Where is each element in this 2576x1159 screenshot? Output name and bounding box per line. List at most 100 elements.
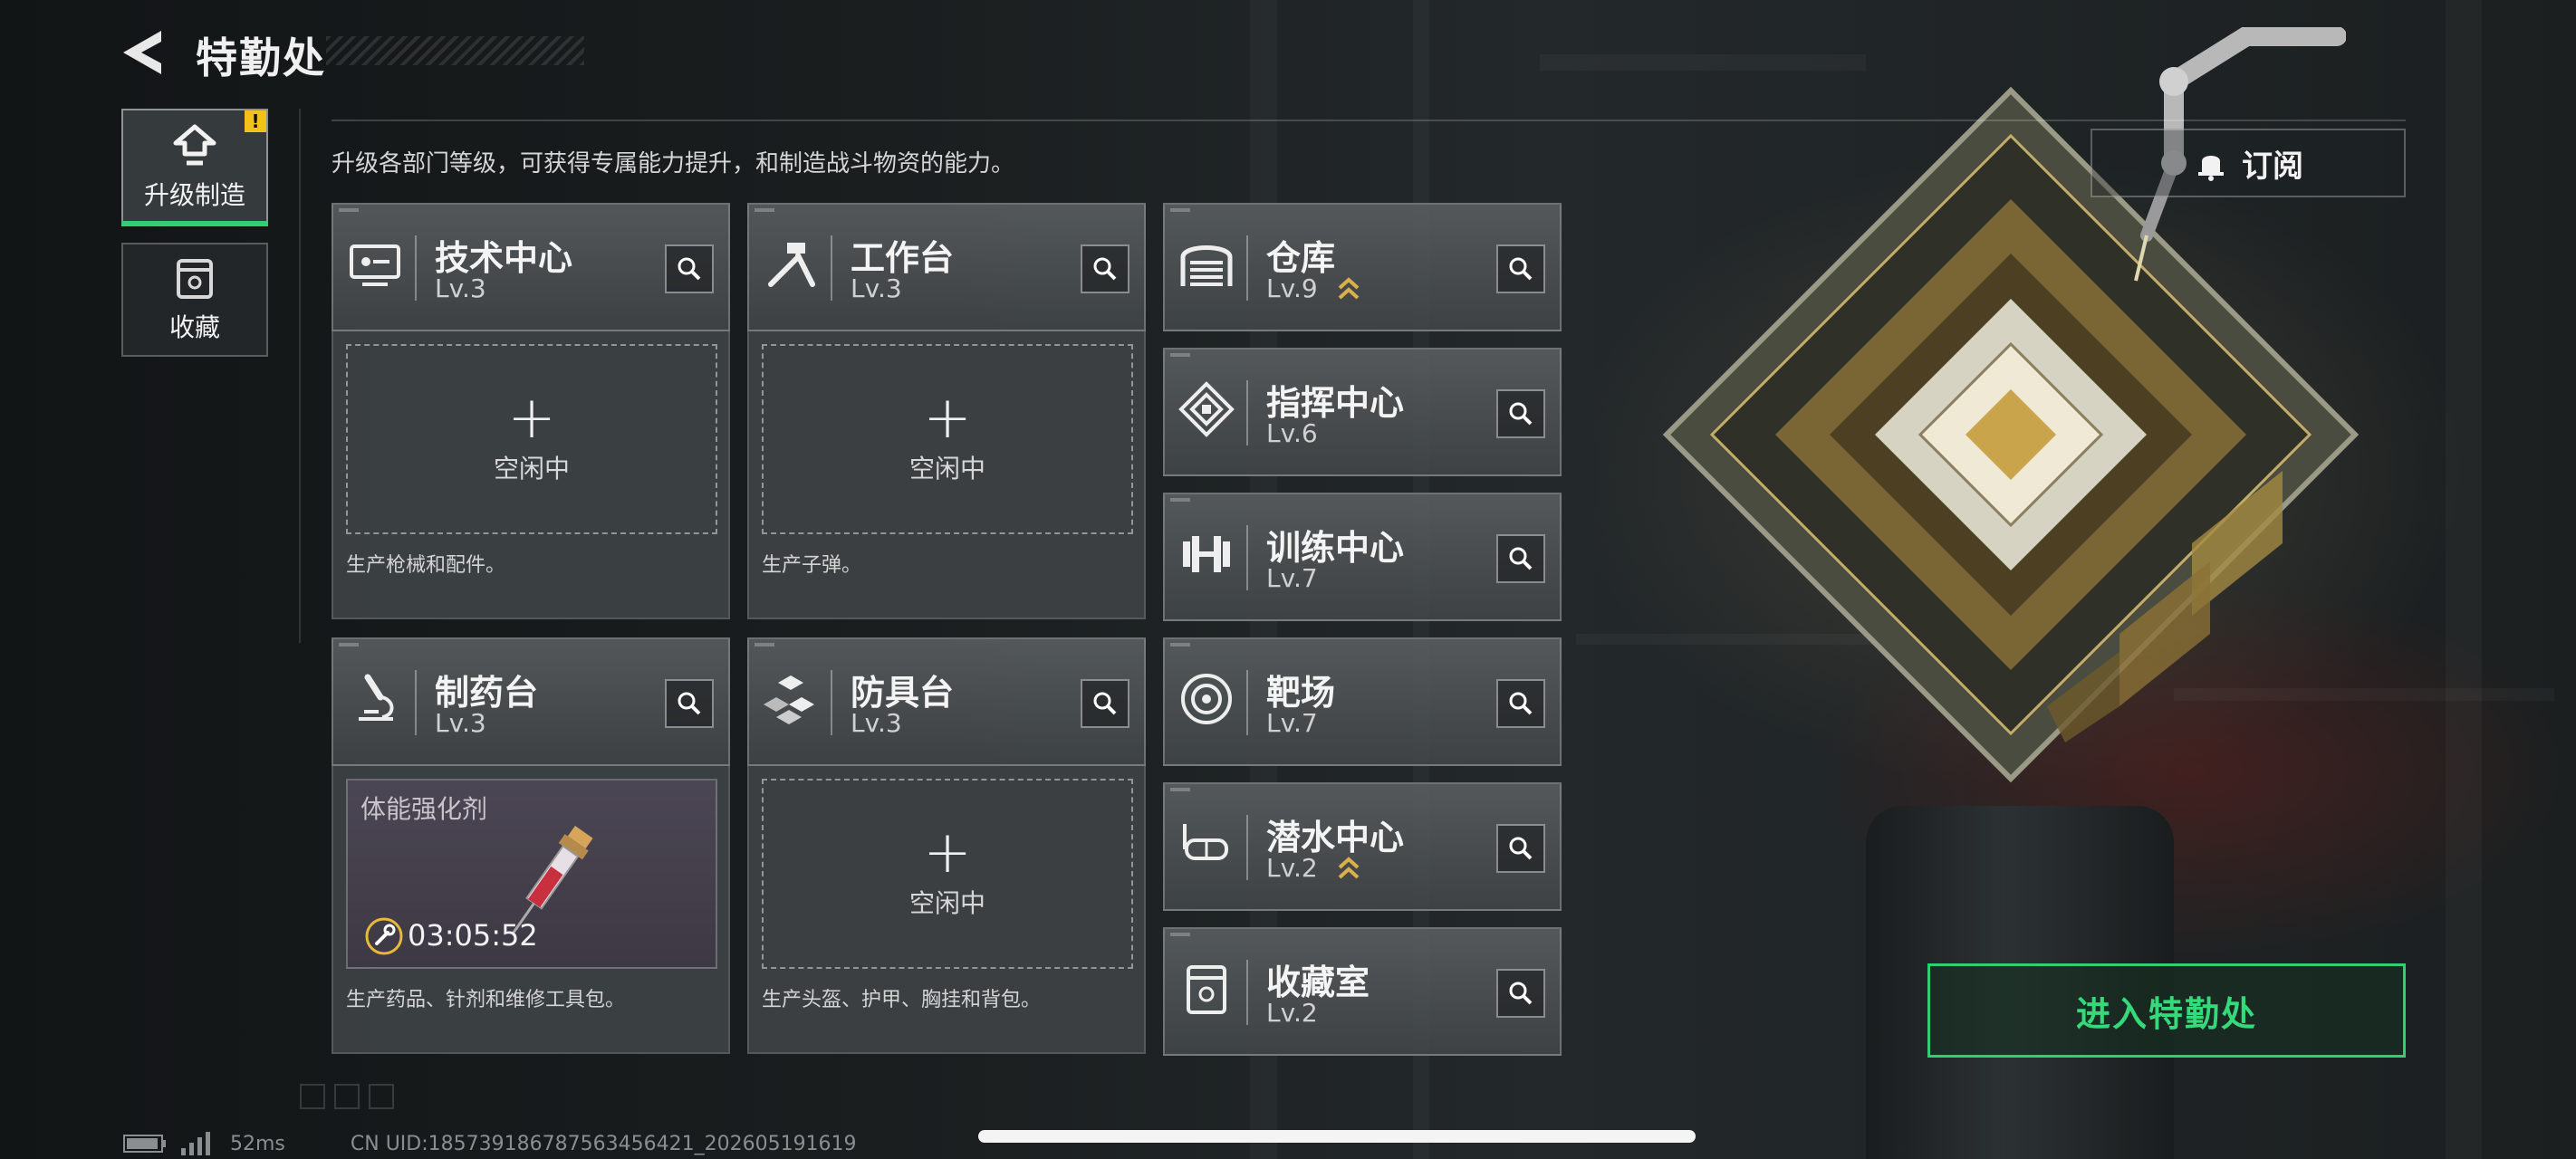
tab-label: 收藏 <box>168 312 220 342</box>
facility-name: 指挥中心 <box>1266 383 1405 423</box>
side-divider <box>299 109 301 643</box>
facility-level: Lv.2 <box>1266 853 1318 883</box>
page-title: 特勤处 <box>196 34 326 82</box>
work-slot-armor-bench: + 空闲中 生产头盔、护甲、胸挂和背包。 <box>747 766 1146 1054</box>
search-icon <box>678 257 701 281</box>
upgrade-arrow-icon <box>173 124 216 166</box>
command-chip-icon <box>1178 381 1235 437</box>
search-button[interactable] <box>1081 679 1129 728</box>
search-icon <box>1509 257 1533 281</box>
facility-name: 收藏室 <box>1266 963 1370 1002</box>
facility-level: Lv.7 <box>1266 563 1318 593</box>
facility-name: 技术中心 <box>435 238 573 278</box>
tab-upgrade-craft[interactable]: ! 升级制造 <box>121 109 268 226</box>
facility-level: Lv.9 <box>1266 273 1318 303</box>
search-button[interactable] <box>665 679 714 728</box>
warehouse-icon <box>1180 245 1233 286</box>
facility-card-warehouse[interactable]: 仓库 Lv.9 <box>1163 203 1562 331</box>
computer-icon <box>350 244 400 286</box>
facility-card-training-center[interactable]: 训练中心 Lv.7 <box>1163 493 1562 621</box>
collection-box-icon <box>177 259 213 299</box>
search-icon <box>1509 692 1533 715</box>
user-uid: CN UID:18573918678756345642​1_2026051916… <box>350 1132 857 1155</box>
upgrade-available-icon <box>1338 277 1360 300</box>
idle-slot[interactable]: + 空闲中 <box>346 344 717 534</box>
add-icon: + <box>923 385 972 452</box>
produce-description: 生产头盔、护甲、胸挂和背包。 <box>762 989 1042 1011</box>
search-icon <box>1509 402 1533 426</box>
facility-level: Lv.3 <box>851 273 902 303</box>
upgrade-available-icon <box>1338 857 1360 879</box>
produce-description: 生产药品、针剂和维修工具包。 <box>346 989 626 1011</box>
subscribe-label: 订阅 <box>2242 148 2303 185</box>
produce-description: 生产枪械和配件。 <box>346 554 506 577</box>
facility-level: Lv.7 <box>1266 708 1318 738</box>
home-indicator[interactable] <box>978 1130 1696 1143</box>
signal-icon <box>181 1132 210 1155</box>
search-button[interactable] <box>1496 389 1545 438</box>
crafting-item-name: 体能强化剂 <box>360 794 488 824</box>
alert-badge: ! <box>245 110 266 132</box>
idle-slot[interactable]: + 空闲中 <box>762 779 1133 969</box>
crafting-slot[interactable]: 体能强化剂 03:05:52 <box>346 779 717 969</box>
facility-name: 工作台 <box>851 238 955 278</box>
battery-icon <box>123 1135 166 1153</box>
work-slot-tech-center: + 空闲中 生产枪械和配件。 <box>332 331 730 619</box>
facility-card-command-center[interactable]: 指挥中心 Lv.6 <box>1163 348 1562 476</box>
facility-name: 潜水中心 <box>1266 818 1405 857</box>
facility-level: Lv.3 <box>435 708 486 738</box>
facility-level: Lv.3 <box>435 273 486 303</box>
work-slot-pharmacy: 体能强化剂 03:05:52 生产药品、针剂和维修工具包。 <box>332 766 730 1054</box>
search-icon <box>1509 837 1533 860</box>
produce-description: 生产子弹。 <box>762 554 862 577</box>
search-button[interactable] <box>665 244 714 293</box>
dumbbell-icon <box>1183 536 1230 572</box>
search-button[interactable] <box>1496 824 1545 873</box>
facility-name: 训练中心 <box>1266 528 1405 568</box>
add-icon: + <box>923 819 972 886</box>
search-button[interactable] <box>1496 969 1545 1018</box>
search-icon <box>1093 692 1117 715</box>
microscope-icon <box>359 674 394 721</box>
idle-slot[interactable]: + 空闲中 <box>762 344 1133 534</box>
facility-card-collection-room[interactable]: 收藏室 Lv.2 <box>1163 927 1562 1056</box>
tab-collection[interactable]: 收藏 <box>121 243 268 357</box>
facility-level: Lv.3 <box>851 708 902 738</box>
idle-status: 空闲中 <box>908 888 985 918</box>
search-icon <box>1509 982 1533 1005</box>
ping-readout: 52ms <box>230 1132 285 1155</box>
facility-card-tech-center[interactable]: 技术中心 Lv.3 <box>332 203 730 331</box>
idle-status: 空闲中 <box>908 454 985 484</box>
search-icon <box>1509 547 1533 570</box>
facility-name: 靶场 <box>1266 673 1336 713</box>
crafting-timer: 03:05:52 <box>408 918 538 953</box>
enter-button-label: 进入特勤处 <box>2075 993 2257 1034</box>
decorative-marks <box>300 1084 394 1109</box>
facility-name: 仓库 <box>1266 238 1336 278</box>
search-button[interactable] <box>1081 244 1129 293</box>
search-button[interactable] <box>1496 679 1545 728</box>
facility-name: 防具台 <box>851 673 955 713</box>
subscribe-button[interactable]: 订阅 <box>2091 129 2406 197</box>
wrench-timer-icon <box>365 917 403 955</box>
back-arrow-icon[interactable] <box>120 27 165 78</box>
search-icon <box>1093 257 1117 281</box>
search-button[interactable] <box>1496 534 1545 583</box>
enter-special-ops-button[interactable]: 进入特勤处 <box>1927 963 2406 1058</box>
tab-label: 升级制造 <box>143 180 245 210</box>
facility-card-diving-center[interactable]: 潜水中心 Lv.2 <box>1163 782 1562 911</box>
facility-level: Lv.6 <box>1266 418 1318 448</box>
add-icon: + <box>507 385 556 452</box>
tools-icon <box>768 243 815 287</box>
collection-box-icon <box>1187 965 1226 1014</box>
bell-icon <box>2198 156 2224 181</box>
search-button[interactable] <box>1496 244 1545 293</box>
facility-name: 制药台 <box>435 673 539 713</box>
facility-card-pharmacy[interactable]: 制药台 Lv.3 <box>332 637 730 766</box>
status-bar: 52ms CN UID:18573918678756345642​1_20260… <box>123 1128 857 1159</box>
header-rule <box>332 120 2406 121</box>
facility-card-armor-bench[interactable]: 防具台 Lv.3 <box>747 637 1146 766</box>
cubes-icon <box>764 675 814 724</box>
facility-card-workbench[interactable]: 工作台 Lv.3 <box>747 203 1146 331</box>
facility-card-shooting-range[interactable]: 靶场 Lv.7 <box>1163 637 1562 766</box>
